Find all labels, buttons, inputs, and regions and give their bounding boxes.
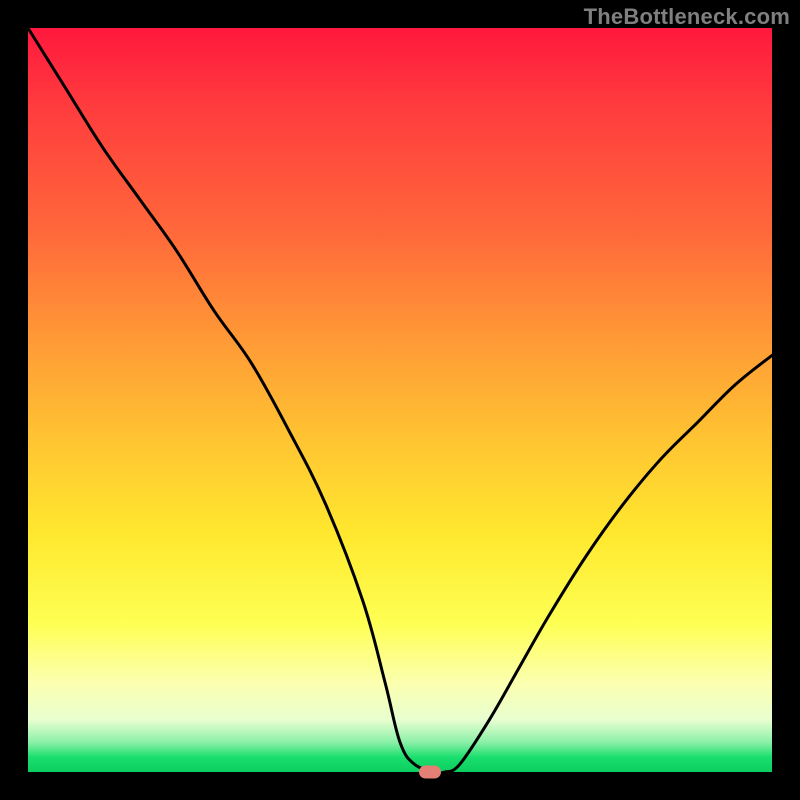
bottleneck-curve <box>28 28 772 772</box>
plot-area <box>28 28 772 772</box>
chart-frame: TheBottleneck.com <box>0 0 800 800</box>
curve-path <box>28 28 772 773</box>
watermark-text: TheBottleneck.com <box>584 4 790 30</box>
optimal-marker <box>419 766 441 779</box>
